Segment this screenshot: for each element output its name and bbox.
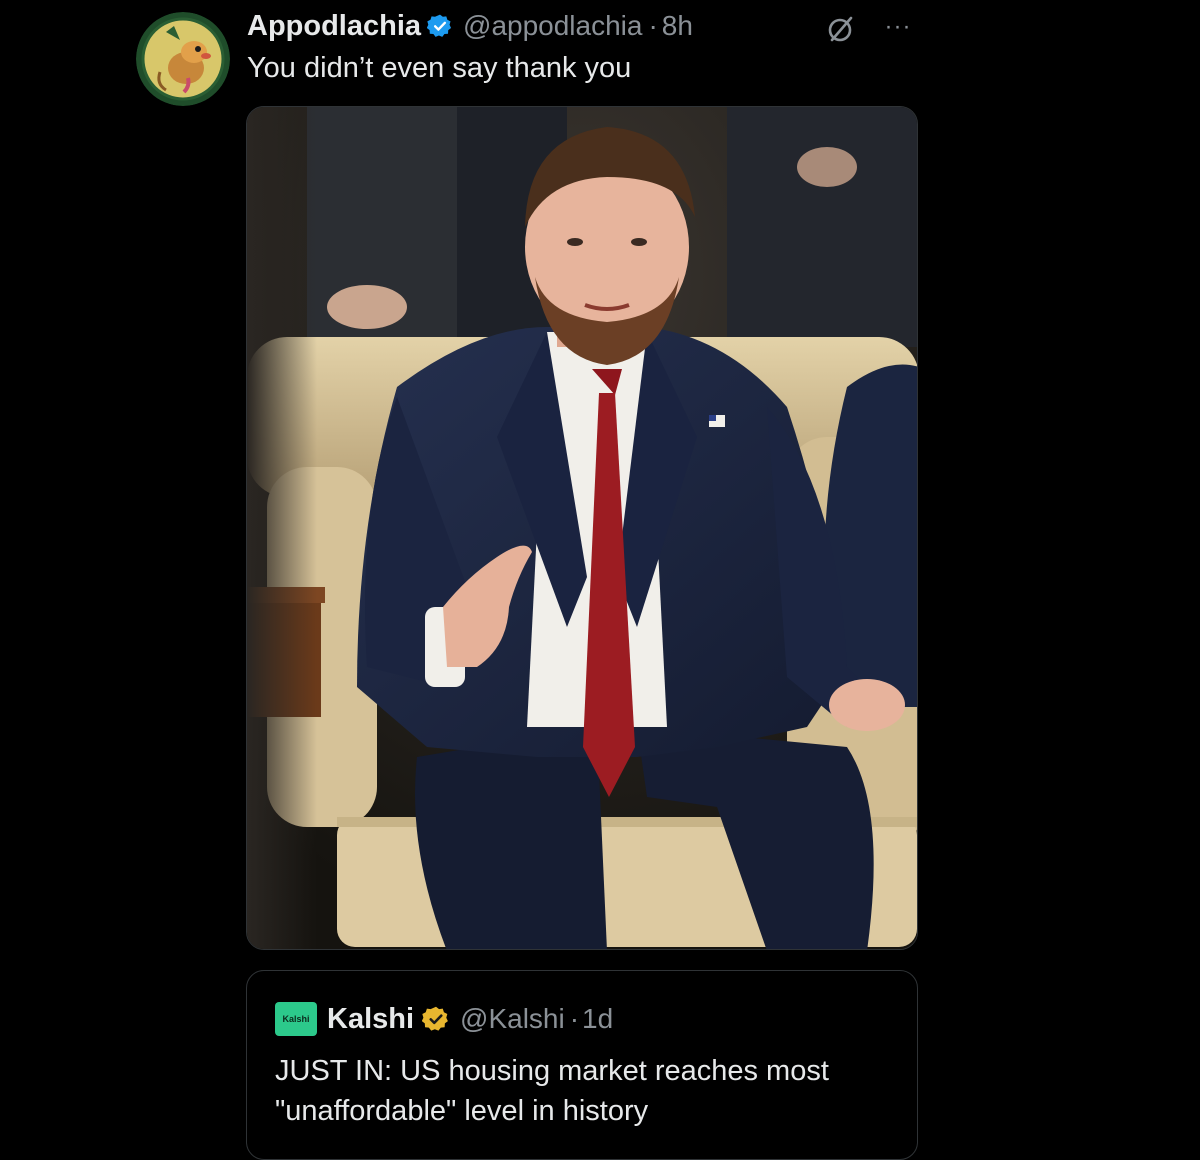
photo-man-in-suit-icon [247, 107, 917, 949]
quoted-author-name[interactable]: Kalshi [327, 1003, 414, 1036]
grok-icon[interactable] [826, 14, 856, 44]
quoted-author-handle[interactable]: @Kalshi [460, 1003, 565, 1035]
post-photo[interactable] [246, 106, 918, 950]
gold-verified-badge-icon [422, 1005, 450, 1033]
author-handle[interactable]: @appodlachia [463, 10, 642, 42]
quoted-post-text: JUST IN: US housing market reaches most … [275, 1055, 829, 1127]
quoted-author-avatar[interactable]: Kalshi [275, 1002, 317, 1036]
verified-badge-icon [427, 13, 453, 39]
quoted-post-timestamp[interactable]: 1d [582, 1003, 613, 1035]
post-header: Appodlachia @appodlachia · 8h [247, 8, 693, 44]
quoted-separator-dot: · [569, 1003, 580, 1034]
author-display-name[interactable]: Appodlachia [247, 10, 421, 43]
more-options-icon[interactable]: ··· [880, 12, 916, 42]
separator-dot: · [648, 10, 658, 41]
author-avatar[interactable] [136, 12, 230, 106]
post: Appodlachia @appodlachia · 8h ··· You di… [0, 0, 1200, 1160]
post-text: You didn’t even say thank you [247, 52, 632, 84]
post-timestamp[interactable]: 8h [662, 10, 693, 42]
possum-avatar-icon [136, 12, 230, 106]
quoted-post[interactable]: Kalshi Kalshi @Kalshi · 1d JUST IN: US h… [246, 970, 918, 1160]
quoted-post-header: Kalshi Kalshi @Kalshi · 1d [275, 999, 613, 1039]
